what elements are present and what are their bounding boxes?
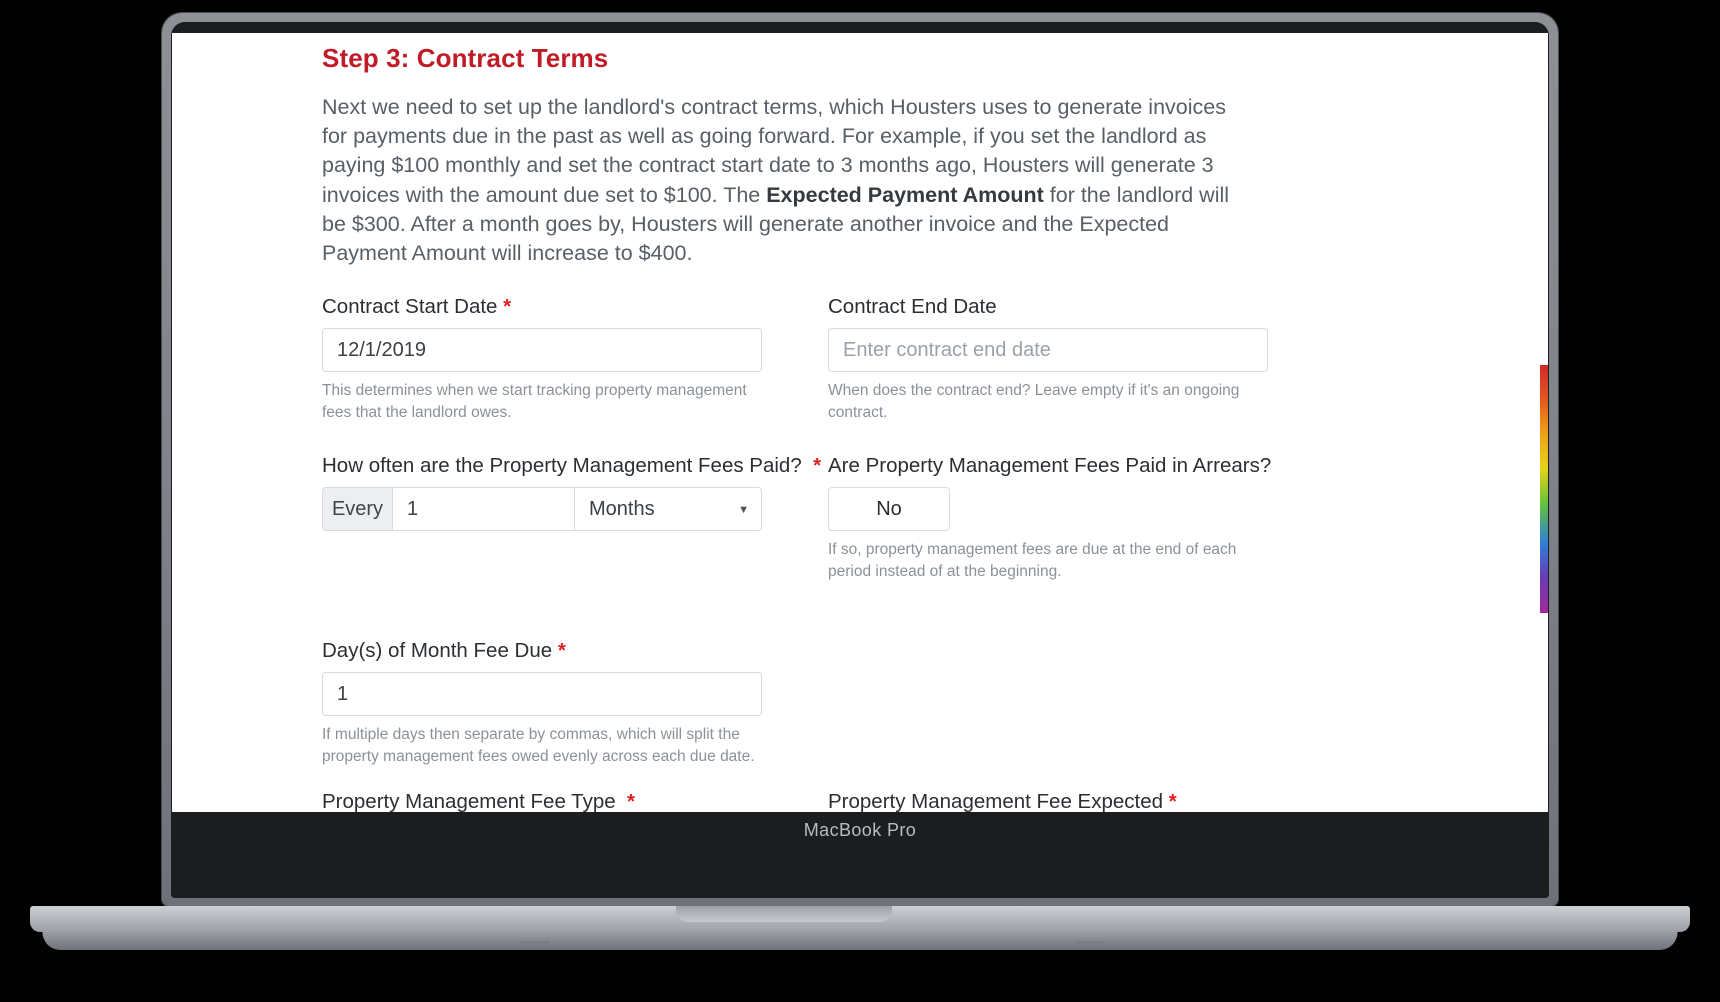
days-of-month-label-text: Day(s) of Month Fee Due — [322, 639, 553, 663]
form-col-frequency: How often are the Property Management Fe… — [322, 454, 821, 583]
page-title: Step 3: Contract Terms — [322, 43, 609, 73]
fees-in-arrears-help: If so, property management fees are due … — [828, 541, 1237, 581]
intro-paragraph: Next we need to set up the landlord's co… — [322, 93, 1242, 268]
required-asterisk: * — [1168, 790, 1177, 812]
contract-start-date-label: Contract Start Date * — [322, 295, 792, 319]
form-row-dates: Contract Start Date * 12/1/2019 This det… — [322, 295, 1392, 424]
form-row-days-of-month: Day(s) of Month Fee Due * 1 If multiple … — [322, 639, 1392, 768]
form-col-days-of-month: Day(s) of Month Fee Due * 1 If multiple … — [322, 639, 792, 768]
device-brand-label: MacBook Pro — [803, 820, 917, 840]
form-col-fee-type: Property Management Fee Type * Percentag… — [322, 790, 792, 812]
fee-frequency-every-addon: Every — [323, 488, 393, 531]
contract-start-date-input[interactable]: 12/1/2019 — [322, 328, 762, 373]
screenshot-stage: Step 3: Contract Terms Next we need to s… — [0, 0, 1720, 1002]
days-of-month-help: If multiple days then separate by commas… — [322, 726, 755, 766]
fee-frequency-unit-value: Months — [589, 497, 655, 520]
days-of-month-input[interactable]: 1 — [322, 672, 762, 717]
column-gap — [792, 295, 824, 424]
form-col-start-date: Contract Start Date * 12/1/2019 This det… — [322, 295, 792, 424]
contract-start-date-help: This determines when we start tracking p… — [322, 382, 747, 422]
column-gap — [792, 639, 824, 768]
required-asterisk: * — [503, 295, 512, 319]
required-asterisk: * — [557, 639, 566, 663]
form-col-arrears: Are Property Management Fees Paid in Arr… — [828, 454, 1298, 583]
laptop-foot-vent — [520, 941, 550, 944]
required-asterisk: * — [627, 790, 636, 812]
fee-expected-label-text: Property Management Fee Expected — [828, 790, 1164, 812]
row-spacer — [322, 424, 1392, 454]
days-of-month-label: Day(s) of Month Fee Due * — [322, 639, 792, 663]
fees-in-arrears-toggle-button[interactable]: No — [828, 487, 950, 532]
laptop-base-foot — [42, 932, 1678, 950]
fee-type-label-text: Property Management Fee Type — [322, 790, 616, 812]
fees-in-arrears-label: Are Property Management Fees Paid in Arr… — [828, 454, 1272, 478]
row-spacer — [322, 768, 1392, 790]
browser-viewport: Step 3: Contract Terms Next we need to s… — [172, 33, 1548, 812]
fee-frequency-interval-input[interactable]: 1 — [393, 488, 575, 531]
laptop-hinge-notch — [676, 906, 892, 922]
chevron-down-icon: ▼ — [738, 504, 749, 517]
form-row-fee: Property Management Fee Type * Percentag… — [322, 790, 1392, 812]
row-spacer — [322, 583, 1392, 639]
contract-end-date-help: When does the contract end? Leave empty … — [828, 382, 1240, 422]
contract-terms-form: Step 3: Contract Terms Next we need to s… — [322, 43, 1392, 812]
form-col-end-date: Contract End Date Enter contract end dat… — [828, 295, 1298, 424]
form-col-fee-expected: Property Management Fee Expected * 10 % … — [828, 790, 1298, 812]
column-gap — [792, 790, 824, 812]
contract-end-date-input[interactable]: Enter contract end date — [828, 328, 1268, 373]
rainbow-edge-strip — [1540, 365, 1548, 613]
fee-frequency-label: How often are the Property Management Fe… — [322, 454, 821, 478]
fee-frequency-unit-select[interactable]: Months ▼ — [575, 488, 761, 530]
column-gap — [792, 454, 824, 583]
intro-bold-phrase: Expected Payment Amount — [766, 182, 1044, 207]
contract-end-date-label: Contract End Date — [828, 295, 997, 319]
fee-frequency-input-group: Every 1 Months ▼ — [322, 487, 762, 532]
laptop-foot-vent — [1075, 941, 1105, 944]
form-col-empty — [828, 639, 1298, 768]
contract-start-date-label-text: Contract Start Date — [322, 295, 498, 319]
fee-frequency-label-text: How often are the Property Management Fe… — [322, 454, 802, 478]
form-row-frequency: How often are the Property Management Fe… — [322, 454, 1392, 583]
fee-type-label: Property Management Fee Type * — [322, 790, 792, 812]
fee-expected-label: Property Management Fee Expected * — [828, 790, 1298, 812]
